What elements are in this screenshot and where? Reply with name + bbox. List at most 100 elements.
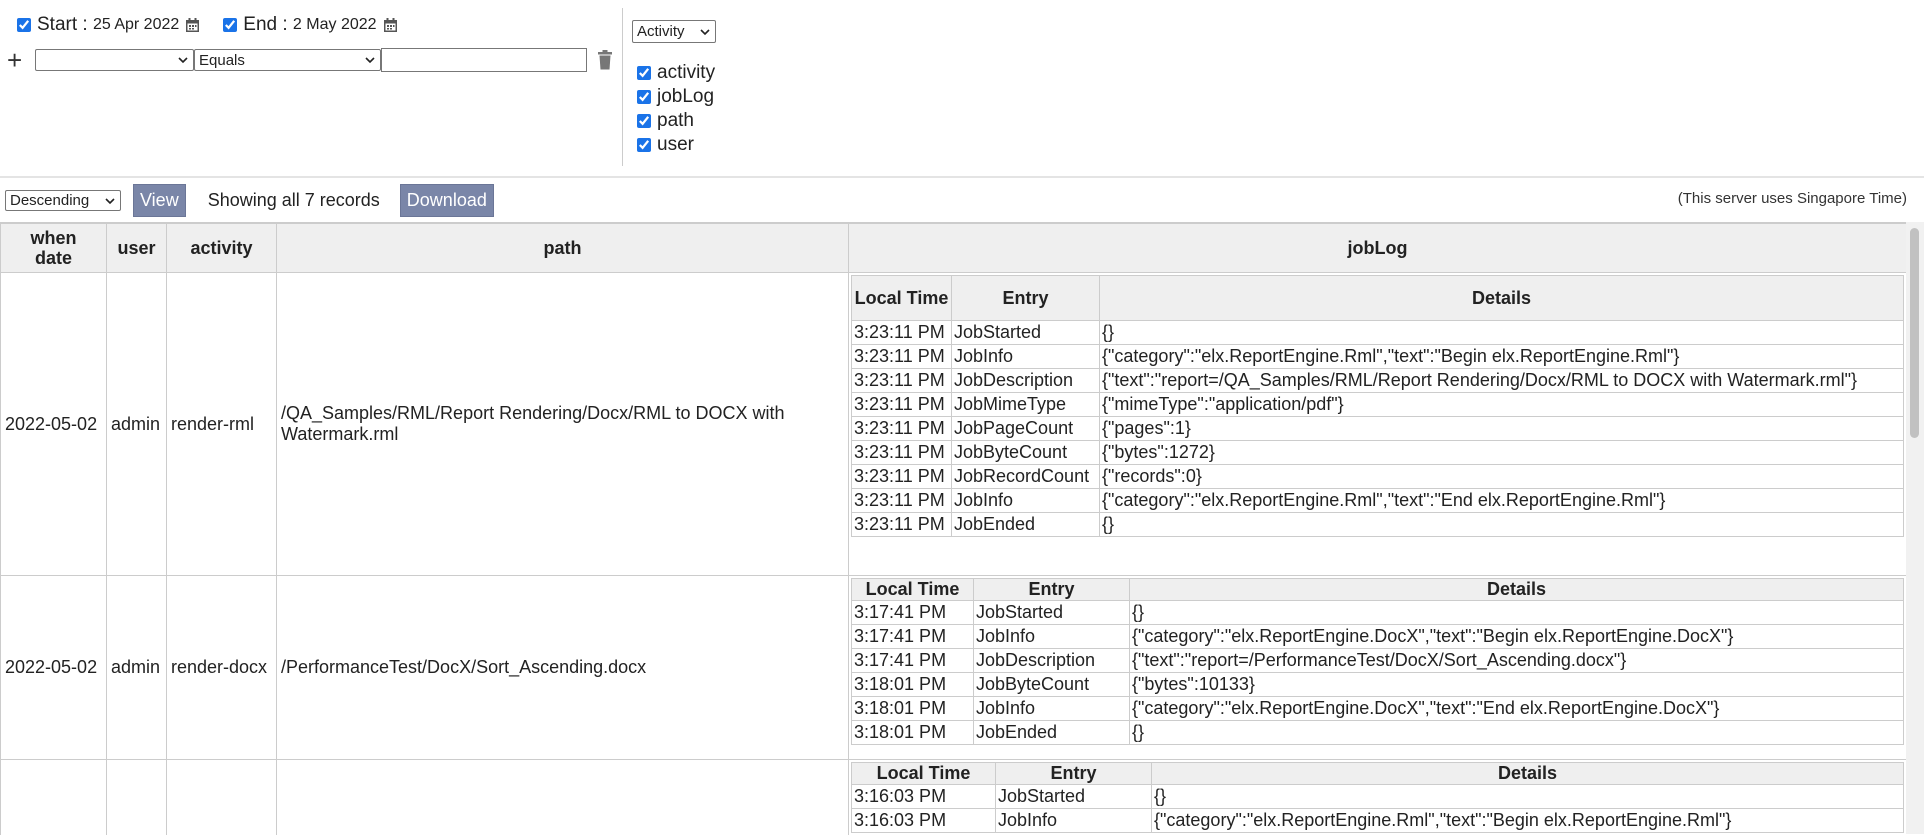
sort-order-select[interactable]: Descending xyxy=(5,190,121,211)
results-toolbar: Descending View Showing all 7 records Do… xyxy=(5,184,494,217)
column-header-joblog[interactable]: jobLog xyxy=(849,224,1907,273)
log-header-entry: Entry xyxy=(974,579,1130,601)
log-time: 3:23:11 PM xyxy=(852,513,952,537)
log-time: 3:23:11 PM xyxy=(852,489,952,513)
log-entry-row: 3:18:01 PMJobInfo{"category":"elx.Report… xyxy=(852,697,1904,721)
log-time: 3:23:11 PM xyxy=(852,417,952,441)
table-header-row: when date user activity path jobLog xyxy=(1,224,1907,273)
log-details: {"text":"report=/PerformanceTest/DocX/So… xyxy=(1130,649,1904,673)
log-details: {"text":"report=/QA_Samples/RML/Report R… xyxy=(1100,369,1904,393)
log-entry-row: 3:16:03 PMJobInfo{"category":"elx.Report… xyxy=(852,809,1904,833)
log-time: 3:18:01 PM xyxy=(852,721,974,745)
log-entry-row: 3:17:41 PMJobInfo{"category":"elx.Report… xyxy=(852,625,1904,649)
cell-joblog: Local TimeEntryDetails 3:17:41 PMJobStart… xyxy=(849,576,1907,760)
start-date-checkbox[interactable] xyxy=(17,18,31,32)
log-entry: JobStarted xyxy=(952,321,1100,345)
end-label: End : xyxy=(243,14,287,36)
log-entry-row: 3:17:41 PMJobDescription{"text":"report=… xyxy=(852,649,1904,673)
log-entry: JobInfo xyxy=(974,697,1130,721)
log-time: 3:17:41 PM xyxy=(852,649,974,673)
chevron-down-icon xyxy=(177,54,189,66)
cell-joblog: Local TimeEntryDetails3:16:03 PMJobStart… xyxy=(849,760,1907,835)
column-header-path[interactable]: path xyxy=(277,224,849,273)
log-entry: JobDescription xyxy=(974,649,1130,673)
log-details: {"mimeType":"application/pdf"} xyxy=(1100,393,1904,417)
column-toggle-activity[interactable]: activity xyxy=(637,61,715,85)
log-details: {} xyxy=(1130,601,1904,625)
log-time: 3:23:11 PM xyxy=(852,369,952,393)
chevron-down-icon xyxy=(699,26,711,38)
log-time: 3:23:11 PM xyxy=(852,321,952,345)
log-header-details: Details xyxy=(1130,579,1904,601)
log-time: 3:16:03 PM xyxy=(852,785,996,809)
trash-icon[interactable] xyxy=(597,50,613,70)
cell-activity: render-docx xyxy=(167,576,277,760)
activity-select-value: Activity xyxy=(637,23,685,40)
log-entry-row: 3:23:11 PMJobStarted{} xyxy=(852,321,1904,345)
log-entry-row: 3:23:11 PMJobEnded{} xyxy=(852,513,1904,537)
download-button[interactable]: Download xyxy=(400,184,494,217)
column-toggle-path[interactable]: path xyxy=(637,109,715,133)
log-details: {} xyxy=(1130,721,1904,745)
log-header-time: Local Time xyxy=(852,276,952,321)
cell-activity xyxy=(167,760,277,835)
log-details: {"pages":1} xyxy=(1100,417,1904,441)
log-entry: JobDescription xyxy=(952,369,1100,393)
end-date-checkbox[interactable] xyxy=(223,18,237,32)
column-toggle-label: jobLog xyxy=(657,86,714,108)
scrollbar-thumb[interactable] xyxy=(1910,228,1919,438)
column-toggle-label: user xyxy=(657,134,694,156)
log-time: 3:17:41 PM xyxy=(852,601,974,625)
operator-select[interactable]: Equals xyxy=(194,49,381,71)
section-divider xyxy=(0,176,1924,178)
calendar-icon[interactable] xyxy=(186,18,199,32)
log-time: 3:23:11 PM xyxy=(852,465,952,489)
column-header-when[interactable]: when date xyxy=(1,224,107,273)
log-header-time: Local Time xyxy=(852,579,974,601)
start-label: Start : xyxy=(37,14,88,36)
chevron-down-icon xyxy=(104,195,116,207)
vertical-scrollbar[interactable] xyxy=(1906,222,1924,834)
cell-path: /PerformanceTest/DocX/Sort_Ascending.doc… xyxy=(277,576,849,760)
column-checkbox[interactable] xyxy=(637,138,651,152)
start-date-value[interactable]: 25 Apr 2022 xyxy=(93,16,179,34)
log-time: 3:23:11 PM xyxy=(852,393,952,417)
field-select[interactable] xyxy=(35,49,194,71)
server-timezone-note: (This server uses Singapore Time) xyxy=(1678,190,1907,207)
log-details: {"bytes":1272} xyxy=(1100,441,1904,465)
log-time: 3:23:11 PM xyxy=(852,441,952,465)
column-header-activity[interactable]: activity xyxy=(167,224,277,273)
log-time: 3:18:01 PM xyxy=(852,697,974,721)
log-entry-row: 3:23:11 PMJobRecordCount{"records":0} xyxy=(852,465,1904,489)
cell-path xyxy=(277,760,849,835)
column-header-user[interactable]: user xyxy=(107,224,167,273)
column-toggle-joblog[interactable]: jobLog xyxy=(637,85,715,109)
log-details: {"category":"elx.ReportEngine.DocX","tex… xyxy=(1130,697,1904,721)
date-range-row: Start : 25 Apr 2022 End : 2 May 2022 xyxy=(17,13,397,37)
job-log-table: Local TimeEntryDetails3:23:11 PMJobStart… xyxy=(851,275,1904,537)
column-checkbox[interactable] xyxy=(637,114,651,128)
log-details: {"category":"elx.ReportEngine.Rml","text… xyxy=(1152,809,1904,833)
log-header-row: Local TimeEntryDetails xyxy=(852,276,1904,321)
end-date-value[interactable]: 2 May 2022 xyxy=(293,16,377,34)
column-checkbox[interactable] xyxy=(637,66,651,80)
add-condition-icon[interactable]: + xyxy=(7,50,35,70)
log-entry: JobStarted xyxy=(974,601,1130,625)
cell-user xyxy=(107,760,167,835)
view-button[interactable]: View xyxy=(133,184,186,217)
log-entry: JobByteCount xyxy=(952,441,1100,465)
log-details: {} xyxy=(1152,785,1904,809)
log-entry-row: 3:18:01 PMJobByteCount{"bytes":10133} xyxy=(852,673,1904,697)
results-table-container[interactable]: when date user activity path jobLog 2022… xyxy=(0,222,1906,835)
column-toggle-user[interactable]: user xyxy=(637,133,715,157)
log-entry-row: 3:23:11 PMJobPageCount{"pages":1} xyxy=(852,417,1904,441)
log-entry: JobEnded xyxy=(974,721,1130,745)
log-details: {"category":"elx.ReportEngine.Rml","text… xyxy=(1100,489,1904,513)
log-header-row: Local TimeEntryDetails xyxy=(852,763,1904,785)
calendar-icon[interactable] xyxy=(384,18,397,32)
activity-select[interactable]: Activity xyxy=(632,20,716,43)
column-checkbox[interactable] xyxy=(637,90,651,104)
log-entry: JobInfo xyxy=(974,625,1130,649)
job-log-table: Local TimeEntryDetails 3:17:41 PMJobStart… xyxy=(851,578,1904,745)
condition-value-input[interactable] xyxy=(381,48,587,72)
